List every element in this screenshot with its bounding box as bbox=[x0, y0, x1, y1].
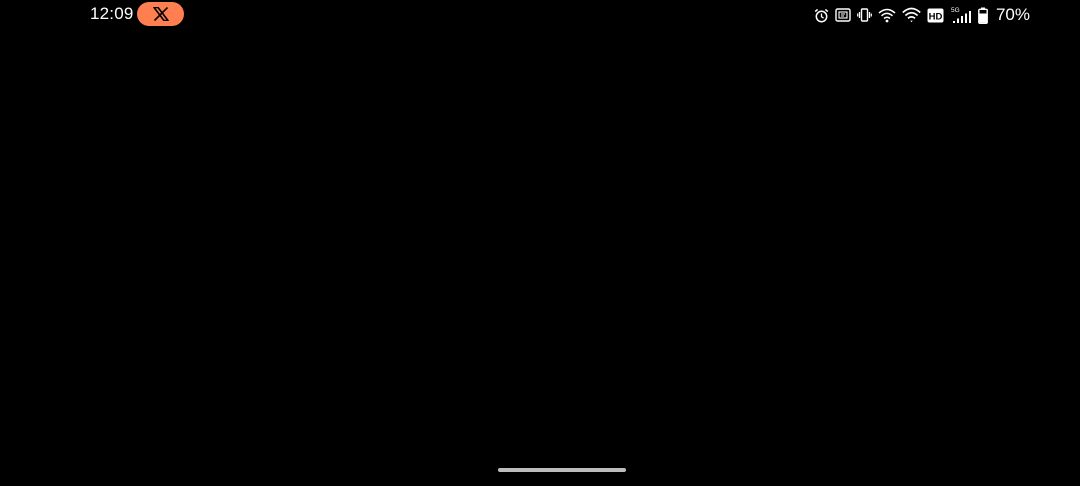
alarm-icon bbox=[814, 8, 829, 23]
hotspot-icon bbox=[878, 8, 896, 23]
hd-volte-icon: HD bbox=[927, 8, 944, 23]
gesture-nav-handle[interactable] bbox=[498, 468, 626, 472]
x-logo-icon bbox=[152, 7, 169, 21]
clock-time: 12:09 bbox=[90, 4, 134, 23]
wifi-icon bbox=[902, 7, 921, 23]
hd-label: HD bbox=[929, 11, 943, 22]
signal-5g-icon: 5G bbox=[950, 5, 972, 25]
status-bar: 12:09 HD 5G 70% bbox=[0, 0, 1080, 30]
vibrate-icon bbox=[857, 8, 872, 22]
battery-percent: 70% bbox=[995, 5, 1030, 24]
network-type-label: 5G bbox=[951, 7, 960, 14]
nfc-icon bbox=[835, 8, 851, 22]
battery-icon bbox=[978, 7, 988, 24]
notification-pill[interactable] bbox=[137, 2, 184, 26]
